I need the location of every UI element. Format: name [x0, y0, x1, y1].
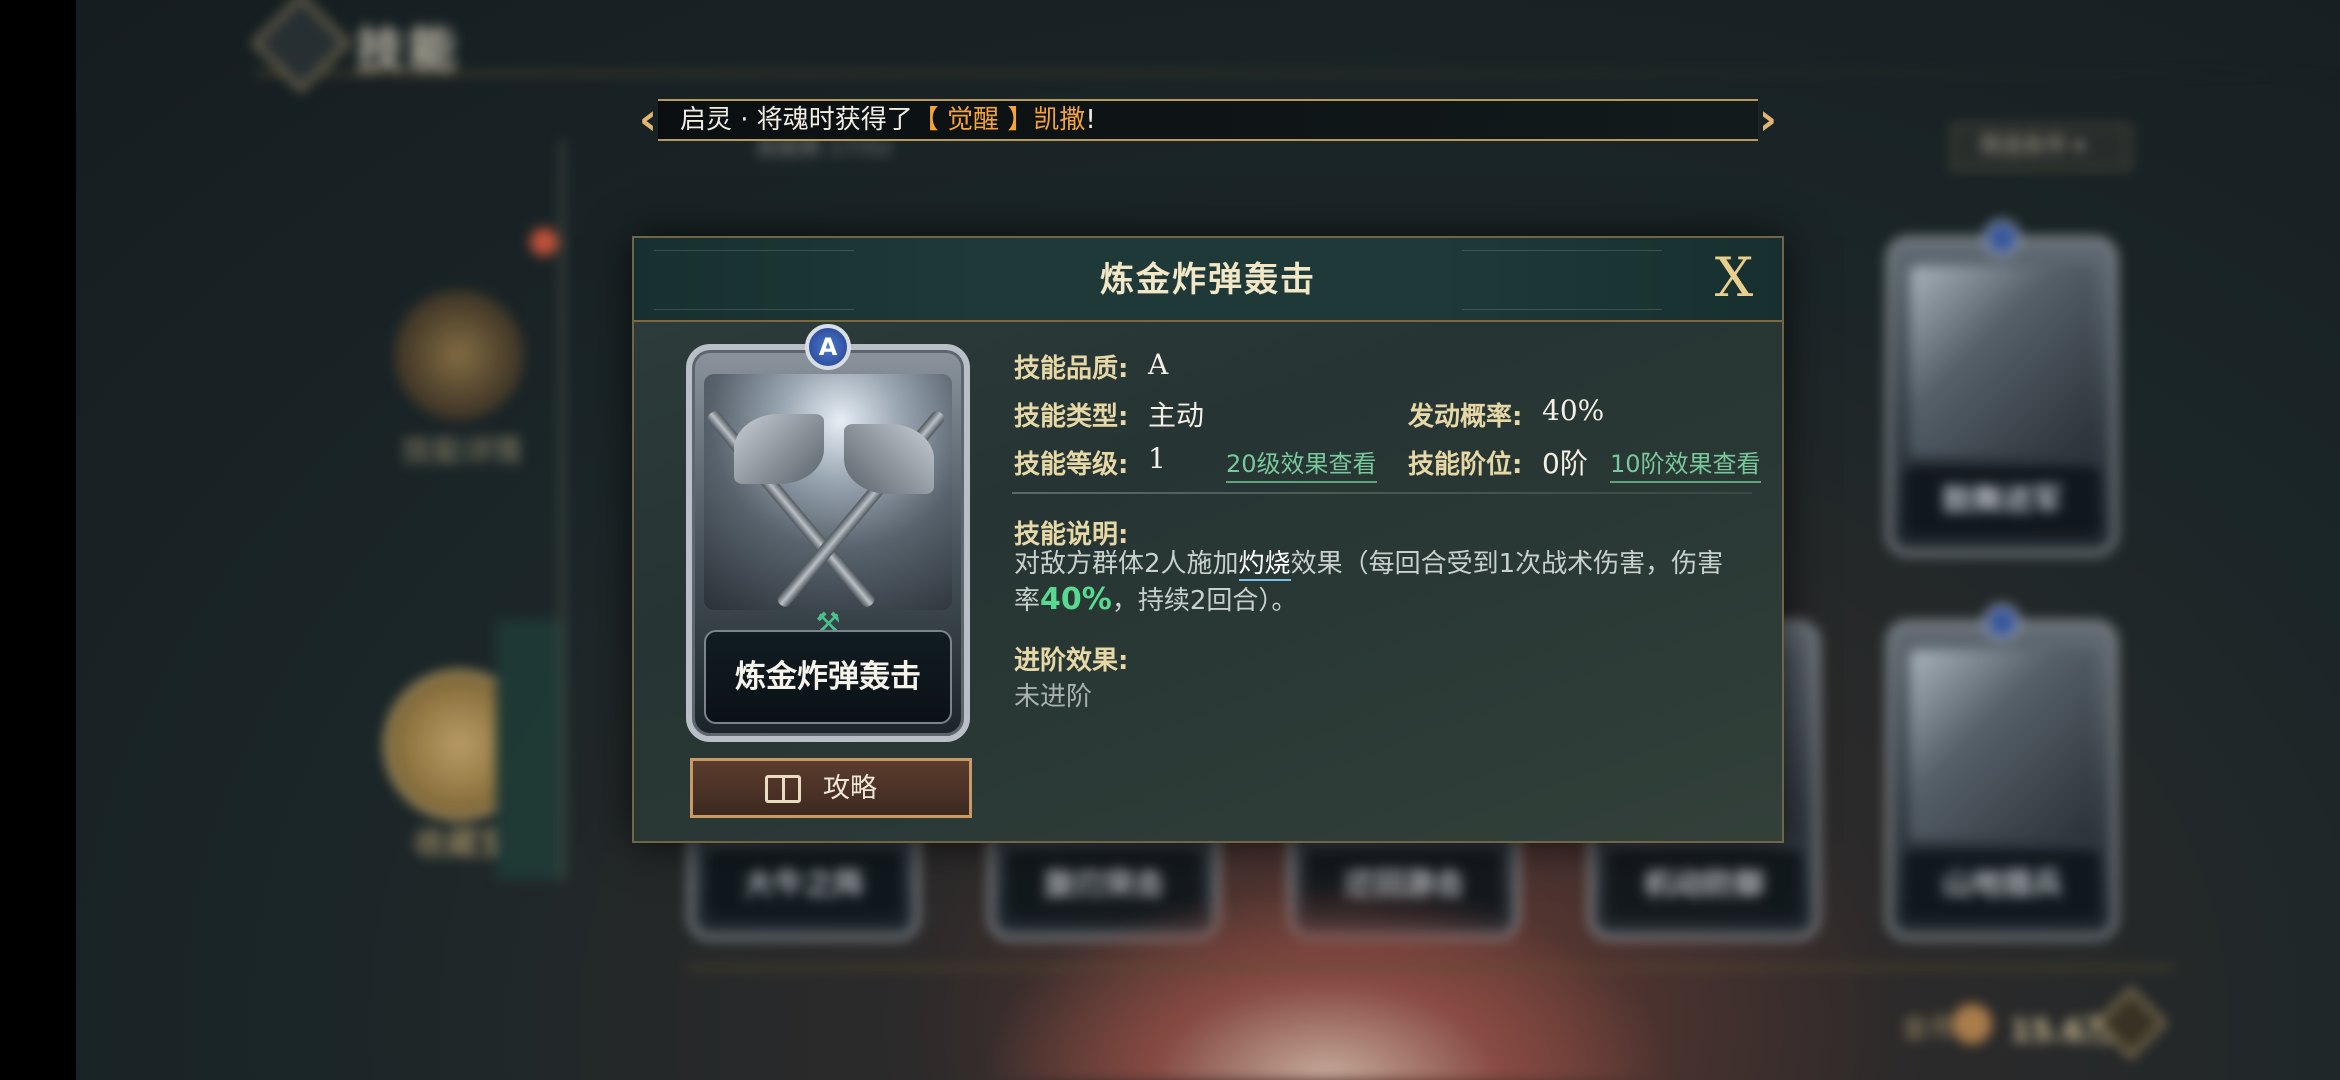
type-value: 主动 [1148, 399, 1205, 432]
desc-text: 对敌方群体2人施加 [1014, 549, 1239, 579]
guide-button[interactable]: 攻略 [690, 758, 972, 818]
rank-gem-icon [1984, 220, 2020, 256]
tier-effect-link[interactable]: 10阶效果查看 [1610, 444, 1761, 483]
banner-highlight: 【 觉醒 】凯撒 [912, 105, 1086, 135]
footer-line [686, 966, 2176, 969]
banner-prefix: 启灵 · 将魂时获得了 [680, 105, 913, 135]
card-name: 鼓舞进军 [1904, 466, 2100, 536]
floor-glow [976, 880, 1676, 1080]
filter-dropdown[interactable]: 筛选条件 ▾ [1951, 124, 2131, 170]
trigger-chance-value: 40% [1542, 394, 1605, 427]
card-name: 机动防御 [1606, 850, 1802, 920]
skill-artwork [704, 374, 952, 610]
level-value: 1 [1148, 442, 1166, 475]
tier-label: 技能阶位: [1408, 450, 1523, 480]
card-name-plate: 炼金炸弹轰击 [704, 630, 952, 724]
burn-keyword[interactable]: 灼烧 [1238, 549, 1291, 581]
dialog-header: 炼金炸弹轰击 X [634, 238, 1782, 322]
dialog-title: 炼金炸弹轰击 [1100, 260, 1316, 300]
screen-title: 技能 [356, 22, 461, 78]
tier-value: 0阶 [1542, 447, 1588, 480]
sidebar-highlight [496, 620, 566, 880]
banner-text: 启灵 · 将魂时获得了【 觉醒 】凯撒! [680, 100, 1096, 140]
chevron-right-icon: › [1758, 94, 1778, 145]
level-effect-link[interactable]: 20级效果查看 [1226, 444, 1377, 483]
damage-percent: 40% [1040, 582, 1112, 617]
advance-value: 未进阶 [1014, 682, 1093, 712]
currency-amount: 15.6万 [2010, 1014, 2115, 1049]
level-label: 技能等级: [1014, 450, 1129, 480]
card-art [1910, 266, 2094, 456]
guide-button-label: 攻略 [823, 773, 877, 804]
card-name: 山地猎兵 [1904, 850, 2100, 920]
quality-label: 技能品质: [1014, 354, 1129, 384]
trigger-chance-label: 发动概率: [1408, 402, 1523, 432]
info-divider [1012, 492, 1752, 494]
coin-icon [1952, 1004, 1992, 1044]
close-button[interactable]: X [1704, 248, 1764, 308]
notification-banner: ‹ 启灵 · 将魂时获得了【 觉醒 】凯撒! › [628, 95, 1788, 145]
book-icon [765, 775, 801, 803]
notification-dot [530, 228, 558, 256]
desc-text: ，持续2回合）。 [1111, 586, 1298, 616]
card-art [1910, 650, 2094, 840]
skill-card-large: A ⚒ 炼金炸弹轰击 [686, 324, 970, 742]
header-line [256, 72, 2340, 75]
back-icon[interactable] [251, 0, 351, 93]
skill-detail-icon[interactable] [394, 290, 524, 420]
rank-gem-icon [1984, 604, 2020, 640]
skill-card[interactable]: 鼓舞进军 [1886, 220, 2118, 556]
quality-value: A [1148, 348, 1169, 381]
skill-card[interactable]: 山地猎兵 [1886, 604, 2118, 940]
sidebar-item-label: 技能详情 [402, 434, 522, 469]
sidebar-divider [560, 140, 564, 880]
axe-head-icon [844, 424, 934, 494]
game-screen: 技能 技能数 17/52 筛选条件 ▾ 技能详情 收藏室 大牛之阵 旋刃突击 迂… [0, 0, 2340, 1080]
skill-description: 对敌方群体2人施加灼烧效果（每回合受到1次战术伤害，伤害率40%，持续2回合）。 [1014, 546, 1744, 619]
rank-gem-icon: A [805, 324, 851, 370]
skill-detail-dialog: 炼金炸弹轰击 X A ⚒ 炼金炸弹轰击 攻略 技能品质: A 技能类型: 主动 … [632, 236, 1784, 843]
left-black-bar [0, 0, 76, 1080]
chevron-left-icon: ‹ [638, 94, 658, 145]
banner-suffix: ! [1085, 105, 1096, 135]
type-label: 技能类型: [1014, 402, 1129, 432]
card-name: 大牛之阵 [706, 850, 902, 920]
axe-head-icon [734, 414, 824, 484]
advance-label: 进阶效果: [1014, 646, 1129, 676]
filter-label: 筛选条件 [1979, 134, 2068, 159]
currency-label: 金币 [1902, 1014, 1955, 1044]
